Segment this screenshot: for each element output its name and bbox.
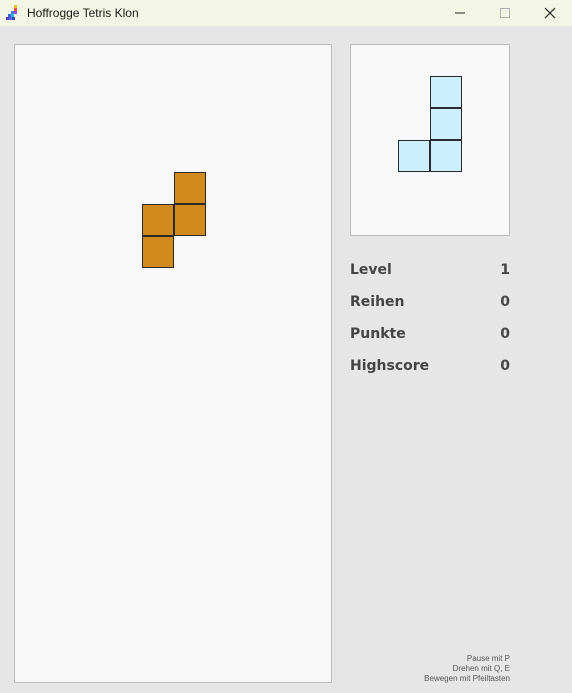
close-button[interactable]: [527, 0, 572, 26]
help-pause: Pause mit P: [466, 654, 510, 663]
help-rotate: Drehen mit Q, E: [452, 664, 510, 673]
level-label: Level: [350, 262, 392, 278]
app-icon: [6, 5, 17, 20]
rows-value: 0: [500, 294, 510, 310]
title-bar[interactable]: Hoffrogge Tetris Klon: [0, 0, 572, 26]
active-piece-block: [174, 204, 206, 236]
window-title: Hoffrogge Tetris Klon: [27, 6, 139, 20]
next-piece-preview: [350, 44, 510, 236]
next-piece-block: [398, 140, 430, 172]
rows-label: Reihen: [350, 294, 405, 310]
maximize-button[interactable]: [482, 0, 528, 26]
active-piece-block: [174, 172, 206, 204]
minimize-icon: [455, 12, 465, 14]
maximize-icon: [500, 8, 510, 18]
game-board[interactable]: [14, 44, 332, 683]
active-piece-block: [142, 236, 174, 268]
highscore-label: Highscore: [350, 358, 430, 374]
highscore-value: 0: [500, 358, 510, 374]
active-piece-block: [142, 204, 174, 236]
minimize-button[interactable]: [437, 0, 483, 26]
points-value: 0: [500, 326, 510, 342]
next-piece-block: [430, 140, 462, 172]
level-value: 1: [500, 262, 510, 278]
next-piece-block: [430, 108, 462, 140]
close-icon: [544, 7, 556, 19]
points-label: Punkte: [350, 326, 406, 342]
help-move: Bewegen mit Pfeiltasten: [424, 674, 510, 683]
next-piece-block: [430, 76, 462, 108]
